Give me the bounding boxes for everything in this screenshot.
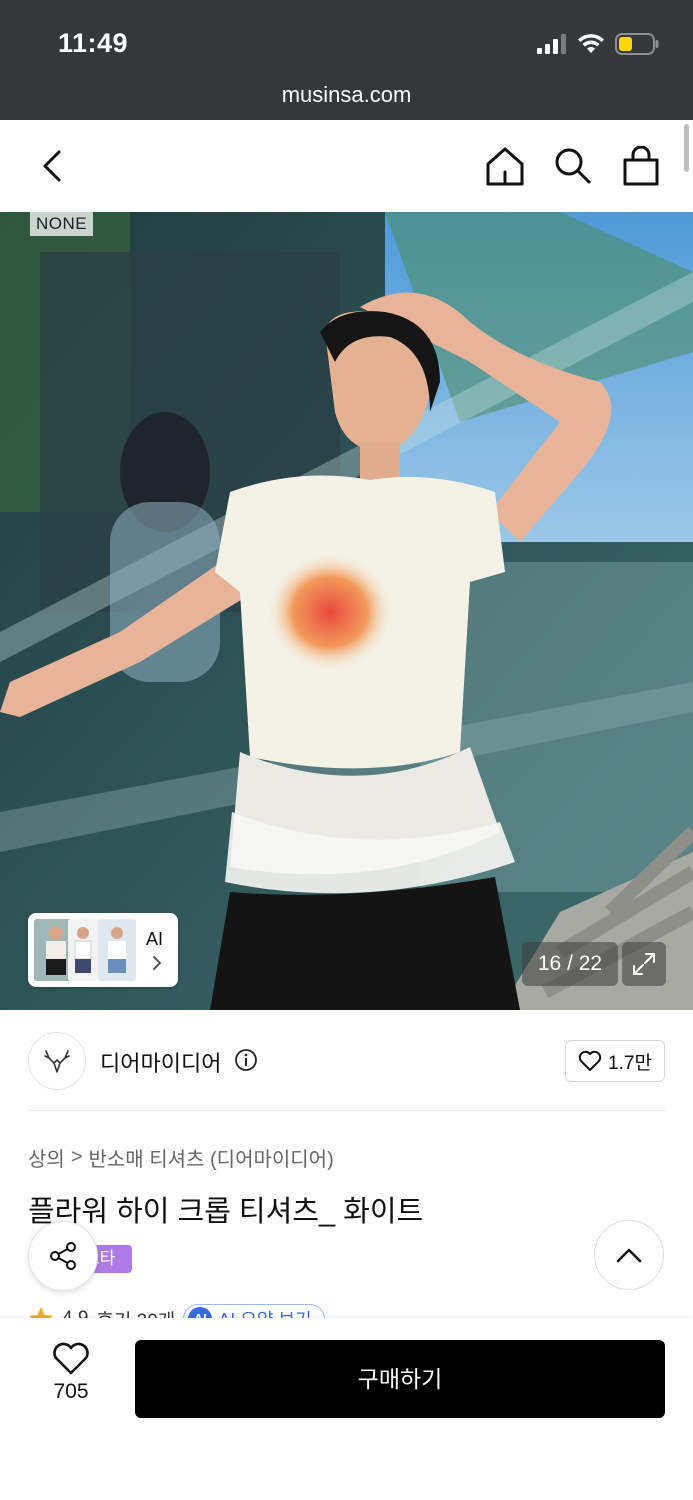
rating-value: 4.9 bbox=[62, 1308, 88, 1318]
url-bar[interactable]: musinsa.com bbox=[0, 82, 693, 108]
brand-watermark-tag: NONE bbox=[30, 212, 94, 236]
shopping-bag-icon bbox=[623, 146, 659, 186]
thumbnail-image-3 bbox=[98, 919, 136, 981]
home-button[interactable] bbox=[483, 142, 527, 190]
fullscreen-button[interactable] bbox=[622, 942, 666, 986]
review-count-link[interactable]: 후기 20개 bbox=[96, 1306, 175, 1319]
ai-badge-icon: AI bbox=[188, 1307, 213, 1318]
breadcrumb-category[interactable]: 상의 bbox=[28, 1143, 65, 1172]
bottom-action-bar: 705 구매하기 bbox=[0, 1318, 693, 1500]
thumbnail-photo-icon bbox=[68, 919, 98, 981]
search-icon bbox=[555, 148, 591, 184]
heart-icon bbox=[578, 1050, 602, 1071]
top-navbar bbox=[0, 120, 693, 212]
status-bar: 11:49 musinsa.com bbox=[0, 0, 693, 120]
product-photo bbox=[0, 212, 693, 1010]
wishlist-button[interactable]: 705 bbox=[36, 1342, 106, 1404]
ai-summary-label: AI 요약 보기 bbox=[218, 1306, 311, 1318]
share-icon bbox=[50, 1242, 76, 1270]
expand-icon bbox=[633, 953, 655, 975]
back-button[interactable] bbox=[30, 144, 74, 188]
info-icon[interactable] bbox=[234, 1048, 258, 1072]
wifi-icon bbox=[578, 34, 604, 53]
ai-summary-button[interactable]: AI AI 요약 보기 bbox=[183, 1304, 325, 1318]
image-counter-total: 22 bbox=[578, 952, 603, 975]
ai-label: AI bbox=[146, 929, 164, 949]
wishlist-count: 705 bbox=[53, 1380, 89, 1403]
review-summary-row: 4.9 후기 20개 AI AI 요약 보기 bbox=[28, 1300, 428, 1318]
scrollbar[interactable] bbox=[684, 124, 689, 172]
heart-icon bbox=[53, 1342, 89, 1375]
buy-button[interactable]: 구매하기 bbox=[135, 1340, 665, 1418]
brand-like-button[interactable]: 1.7만 bbox=[565, 1040, 665, 1082]
breadcrumb-subcategory[interactable]: 반소매 티셔츠 (디어마이디어) bbox=[89, 1143, 334, 1172]
chevron-left-icon bbox=[43, 150, 61, 182]
brand-name[interactable]: 디어마이디어 bbox=[100, 1046, 221, 1078]
search-button[interactable] bbox=[551, 142, 595, 190]
breadcrumb: 상의 > 반소매 티셔츠 (디어마이디어) bbox=[28, 1143, 334, 1172]
thumbnail-image-2 bbox=[68, 919, 98, 981]
product-image-carousel[interactable] bbox=[0, 212, 693, 1010]
chevron-up-icon bbox=[616, 1248, 642, 1263]
breadcrumb-separator: > bbox=[70, 1146, 83, 1168]
brand-like-count: 1.7만 bbox=[608, 1052, 652, 1074]
home-icon bbox=[486, 147, 524, 186]
image-counter-separator: / bbox=[561, 952, 579, 975]
signal-icon bbox=[537, 34, 566, 54]
status-icons bbox=[537, 30, 659, 58]
chevron-right-icon bbox=[153, 956, 162, 970]
scroll-to-top-button[interactable] bbox=[594, 1220, 664, 1290]
divider bbox=[28, 1110, 665, 1111]
thumbnail-photo-icon bbox=[98, 919, 136, 981]
image-counter-current: 16 bbox=[537, 952, 562, 975]
brand-row: 디어마이디어 1.7만 bbox=[28, 1032, 665, 1090]
image-counter: 16 / 22 bbox=[522, 942, 618, 986]
cart-button[interactable] bbox=[619, 142, 663, 190]
product-title: 플라워 하이 크롭 티셔츠_ 화이트 bbox=[28, 1196, 424, 1228]
ai-lookbook-thumbnail-button[interactable]: AI bbox=[28, 913, 178, 987]
battery-icon bbox=[615, 33, 659, 55]
deer-logo-icon bbox=[44, 1050, 70, 1073]
star-icon bbox=[29, 1307, 53, 1318]
share-button[interactable] bbox=[28, 1221, 98, 1291]
status-time: 11:49 bbox=[58, 28, 129, 58]
brand-logo[interactable] bbox=[28, 1032, 86, 1090]
